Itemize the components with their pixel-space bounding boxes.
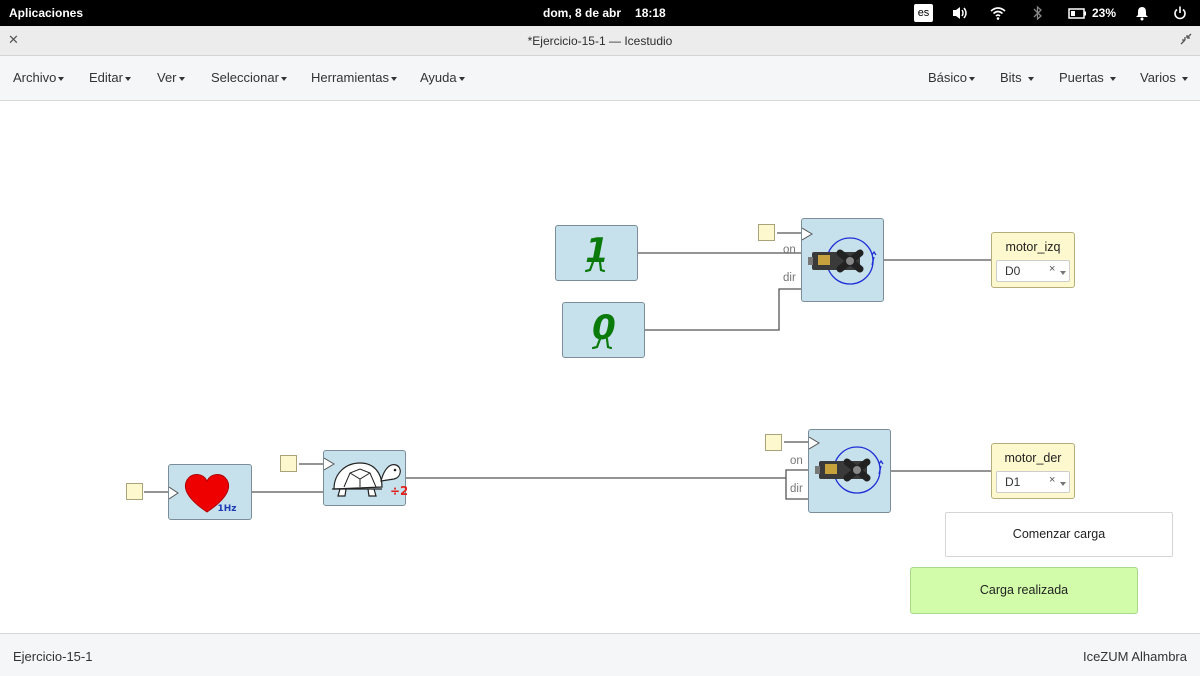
- wire-divider-motor-der: [406, 469, 808, 500]
- menu-editar[interactable]: Editar: [89, 70, 131, 85]
- pin-select-value: D0: [1005, 264, 1021, 278]
- divider-block[interactable]: ÷2: [323, 450, 408, 506]
- menu-ayuda-label: Ayuda: [420, 70, 457, 85]
- clock[interactable]: dom, 8 de abr 18:18: [543, 6, 680, 20]
- servo-motor-block-der[interactable]: [808, 429, 891, 513]
- servo-motor-block-izq[interactable]: [801, 218, 884, 302]
- output-pin-motor-der[interactable]: motor_der D1 ×: [991, 443, 1075, 499]
- menu-editar-label: Editar: [89, 70, 123, 85]
- board-name[interactable]: IceZUM Alhambra: [1083, 649, 1187, 664]
- servo-icon: [808, 436, 884, 494]
- menu-herramientas[interactable]: Herramientas: [311, 70, 398, 85]
- chevron-down-icon[interactable]: [1060, 271, 1066, 275]
- caret-down-icon: [280, 76, 287, 81]
- menu-basico[interactable]: Básico: [928, 70, 976, 85]
- menu-seleccionar-label: Seleccionar: [211, 70, 279, 85]
- heart-frequency-label: 1Hz: [217, 504, 236, 514]
- caret-down-icon: [458, 76, 465, 81]
- port-label-on: on: [783, 244, 796, 256]
- heart-clock-block[interactable]: 1Hz: [168, 464, 252, 520]
- menu-varios-label: Varios: [1140, 70, 1176, 85]
- design-canvas[interactable]: 1 0 on dir motor_izq D0 × 1Hz ÷2 on dir …: [0, 100, 1200, 633]
- menu-ver[interactable]: Ver: [157, 70, 185, 85]
- pin-select[interactable]: D1 ×: [996, 471, 1070, 493]
- caret-down-icon: [58, 76, 65, 81]
- bluetooth-icon[interactable]: [1032, 5, 1044, 21]
- pin-select-value: D1: [1005, 475, 1021, 489]
- menu-herramientas-label: Herramientas: [311, 70, 390, 85]
- output-pin-name: motor_izq: [1005, 240, 1061, 254]
- heart-icon: 1Hz: [168, 474, 237, 514]
- pin-select[interactable]: D0 ×: [996, 260, 1070, 282]
- servo-icon: [801, 227, 877, 285]
- volume-icon[interactable]: [951, 5, 969, 21]
- clock-input-pin[interactable]: [758, 224, 775, 241]
- menu-varios[interactable]: Varios: [1140, 70, 1188, 85]
- constant-value-1: 1: [585, 231, 609, 271]
- wire-const0-dir: [645, 288, 801, 331]
- menu-basico-label: Básico: [928, 70, 968, 85]
- tortoise-icon: ÷2: [323, 457, 408, 498]
- start-upload-notice[interactable]: Comenzar carga: [945, 512, 1173, 557]
- menu-archivo-label: Archivo: [13, 70, 57, 85]
- status-bar: Ejercicio-15-1 IceZUM Alhambra: [0, 633, 1200, 676]
- project-name: Ejercicio-15-1: [13, 649, 93, 664]
- caret-down-icon: [969, 76, 976, 81]
- port-label-on: on: [790, 455, 803, 467]
- caret-down-icon: [178, 76, 185, 81]
- date-label: dom, 8 de abr: [543, 6, 622, 20]
- time-label: 18:18: [635, 6, 666, 20]
- clear-icon[interactable]: ×: [1049, 263, 1055, 275]
- port-label-dir: dir: [783, 272, 796, 284]
- constant-one-icon: 1: [584, 231, 609, 273]
- caret-down-icon: [1027, 76, 1034, 81]
- constant-zero-icon: 0: [591, 308, 616, 350]
- battery-percentage: 23%: [1092, 6, 1117, 20]
- caret-down-icon: [1181, 76, 1188, 81]
- window-title-bar: ✕ *Ejercicio-15-1 — Icestudio: [0, 26, 1200, 56]
- applications-menu[interactable]: Aplicaciones: [9, 6, 83, 20]
- clock-input-pin[interactable]: [280, 455, 297, 472]
- port-label-dir: dir: [790, 483, 803, 495]
- menu-bits[interactable]: Bits: [1000, 70, 1034, 85]
- system-top-bar: Aplicaciones dom, 8 de abr 18:18 es 23%: [0, 0, 1200, 26]
- power-icon[interactable]: [1173, 5, 1187, 21]
- menu-bar: Archivo Editar Ver Seleccionar Herramien…: [0, 56, 1200, 101]
- caret-down-icon: [391, 76, 398, 81]
- constant-value-0: 0: [592, 308, 616, 348]
- clock-input-pin[interactable]: [126, 483, 143, 500]
- bell-icon[interactable]: [1135, 5, 1149, 21]
- battery-icon[interactable]: [1068, 5, 1088, 21]
- window-title: *Ejercicio-15-1 — Icestudio: [527, 34, 673, 48]
- output-pin-motor-izq[interactable]: motor_izq D0 ×: [991, 232, 1075, 288]
- menu-ayuda[interactable]: Ayuda: [420, 70, 465, 85]
- menu-archivo[interactable]: Archivo: [13, 70, 65, 85]
- chevron-down-icon[interactable]: [1060, 482, 1066, 486]
- unmaximize-icon[interactable]: [1180, 33, 1192, 45]
- caret-down-icon: [124, 76, 131, 81]
- menu-puertas[interactable]: Puertas: [1059, 70, 1116, 85]
- menu-puertas-label: Puertas: [1059, 70, 1104, 85]
- menu-bits-label: Bits: [1000, 70, 1022, 85]
- menu-seleccionar[interactable]: Seleccionar: [211, 70, 287, 85]
- caret-down-icon: [1109, 76, 1116, 81]
- clear-icon[interactable]: ×: [1049, 474, 1055, 486]
- output-pin-name: motor_der: [1004, 451, 1062, 465]
- divider-label: ÷2: [390, 484, 407, 498]
- clock-input-pin[interactable]: [765, 434, 782, 451]
- constant-block-1[interactable]: 1: [555, 225, 638, 281]
- menu-ver-label: Ver: [157, 70, 177, 85]
- wifi-icon[interactable]: [990, 5, 1006, 21]
- keyboard-layout-indicator[interactable]: es: [914, 4, 933, 22]
- upload-done-notice[interactable]: Carga realizada: [910, 567, 1138, 614]
- constant-block-0[interactable]: 0: [562, 302, 645, 358]
